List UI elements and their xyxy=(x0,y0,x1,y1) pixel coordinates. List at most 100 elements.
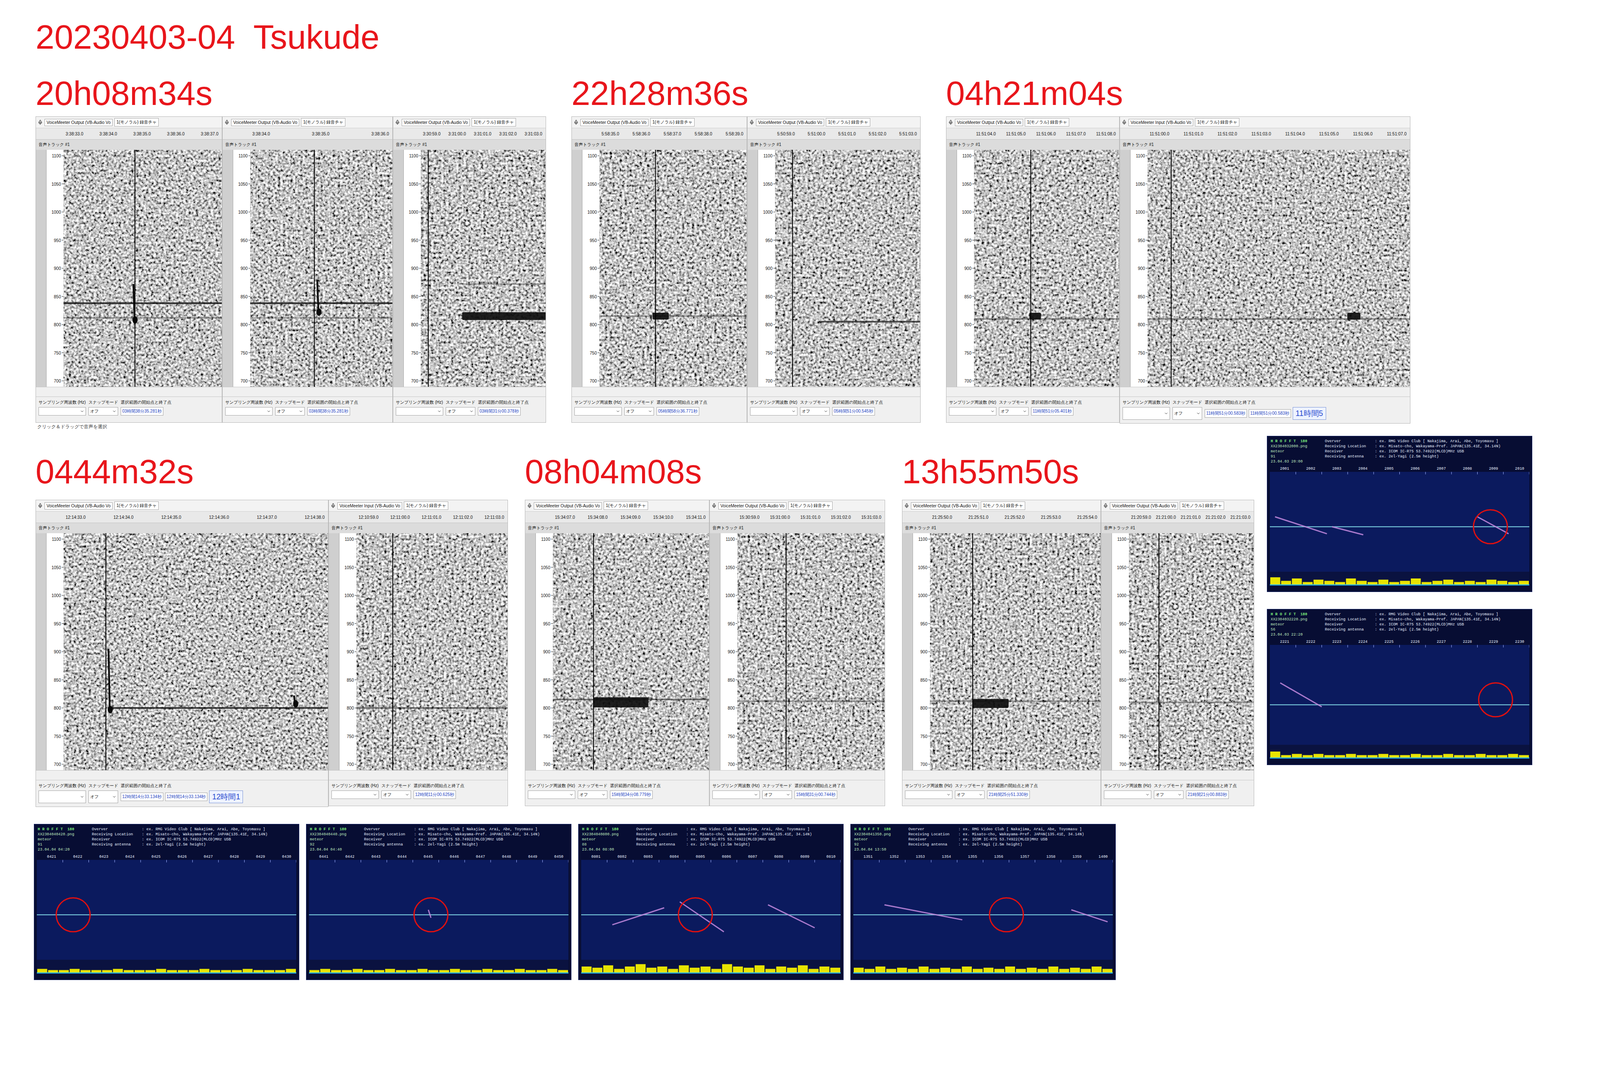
rate-select[interactable] xyxy=(948,407,997,416)
snap-select[interactable]: オフ xyxy=(381,790,412,800)
track-control-strip[interactable] xyxy=(35,149,47,387)
spectrogram[interactable]: 110010501000950900850800750700 xyxy=(403,149,546,387)
time-ruler[interactable]: 3:38:34.03:38:35.03:38:36.0 xyxy=(222,128,393,140)
cursor-line[interactable] xyxy=(314,149,315,387)
time-ruler[interactable]: 5:50:59.05:51:00.05:51:01.05:51:02.05:51… xyxy=(747,128,921,140)
cursor-line[interactable] xyxy=(655,149,657,387)
time-ruler[interactable]: 3:30:59.03:31:00.03:31:01.03:31:02.03:31… xyxy=(393,128,546,140)
cursor-line[interactable] xyxy=(791,149,793,387)
scroll-bar[interactable] xyxy=(1101,770,1254,781)
selection-time-field[interactable]: 12時間14分33.134秒 xyxy=(120,792,164,802)
track-control-strip[interactable] xyxy=(222,149,234,387)
spectrogram[interactable]: 110010501000950900850800750700 xyxy=(46,149,222,387)
selection-time-field[interactable]: 11時間51分05.401秒 xyxy=(1031,407,1074,416)
rate-select[interactable] xyxy=(1122,407,1170,420)
time-ruler[interactable]: 5:58:35.05:58:36.05:58:37.05:58:38.05:58… xyxy=(571,128,747,140)
device-select[interactable]: VoiceMeeter Output (VB-Audio Vo xyxy=(231,118,300,127)
channel-select[interactable]: 1(モノラル) 録音チャ xyxy=(403,501,449,511)
spectrogram[interactable]: 110010501000950900850800750700 xyxy=(46,533,329,771)
rate-select[interactable] xyxy=(395,407,444,416)
spectrogram[interactable]: 110010501000950900850800750700 xyxy=(957,149,1120,387)
scroll-bar[interactable] xyxy=(525,770,709,781)
cursor-line[interactable] xyxy=(134,149,136,387)
device-select[interactable]: VoiceMeeter Input (VB-Audio Vo xyxy=(337,502,403,510)
cursor-line[interactable] xyxy=(427,149,429,387)
track-control-strip[interactable] xyxy=(571,149,583,387)
time-ruler[interactable]: 12:10:59.012:11:00.012:11:01.012:11:02.0… xyxy=(328,511,508,524)
time-ruler[interactable]: 11:51:04.011:51:05.011:51:06.011:51:07.0… xyxy=(946,128,1120,140)
scroll-bar[interactable] xyxy=(328,770,508,781)
selection-time-field[interactable]: 21時間21分00.883秒 xyxy=(1186,790,1229,800)
channel-select[interactable]: 1(モノラル) 録音チャ xyxy=(300,118,346,127)
snap-select[interactable]: オフ xyxy=(88,407,119,416)
channel-select[interactable]: 1(モノラル) 録音チャ xyxy=(650,118,695,127)
channel-select[interactable]: 1(モノラル) 録音チャ xyxy=(603,501,649,511)
selection-time-field[interactable]: 03時間31分00.378秒 xyxy=(477,407,521,416)
snap-select[interactable]: オフ xyxy=(1172,407,1203,420)
track-control-strip[interactable] xyxy=(1101,533,1112,771)
track-control-strip[interactable] xyxy=(1120,149,1131,387)
track-control-strip[interactable] xyxy=(393,149,404,387)
spectrogram[interactable]: 110010501000950900850800750700 xyxy=(233,149,393,387)
snap-select[interactable]: オフ xyxy=(275,407,305,416)
rate-select[interactable] xyxy=(527,790,576,800)
spectrogram[interactable]: 110010501000950900850800750700 xyxy=(1111,533,1254,771)
snap-select[interactable]: オフ xyxy=(577,790,608,800)
channel-select[interactable]: 1(モノラル) 録音チャ xyxy=(114,501,159,511)
snap-select[interactable]: オフ xyxy=(800,407,830,416)
track-control-strip[interactable] xyxy=(525,533,536,771)
cursor-line[interactable] xyxy=(1030,149,1032,387)
channel-select[interactable]: 1(モノラル) 録音チャ xyxy=(1179,501,1225,511)
rate-select[interactable] xyxy=(38,790,86,804)
time-ruler[interactable]: 21:20:59.021:21:00.021:21:01.021:21:02.0… xyxy=(1101,511,1254,524)
channel-select[interactable]: 1(モノラル) 録音チャ xyxy=(471,118,516,127)
cursor-line[interactable] xyxy=(1158,533,1160,771)
rate-select[interactable] xyxy=(331,790,379,800)
scroll-bar[interactable] xyxy=(1120,386,1410,398)
device-select[interactable]: VoiceMeeter Input (VB-Audio Vo xyxy=(1128,118,1194,127)
snap-select[interactable]: オフ xyxy=(954,790,985,800)
device-select[interactable]: VoiceMeeter Output (VB-Audio Vo xyxy=(401,118,470,127)
device-select[interactable]: VoiceMeeter Output (VB-Audio Vo xyxy=(755,118,825,127)
rate-select[interactable] xyxy=(38,407,86,416)
rate-select[interactable] xyxy=(225,407,273,416)
selection-time-field[interactable]: 15時間34分08.779秒 xyxy=(609,790,653,800)
scroll-bar[interactable] xyxy=(393,386,546,398)
snap-select[interactable]: オフ xyxy=(445,407,476,416)
snap-select[interactable]: オフ xyxy=(762,790,792,800)
snap-select[interactable]: オフ xyxy=(88,790,119,804)
snap-select[interactable]: オフ xyxy=(624,407,654,416)
cursor-line[interactable] xyxy=(593,533,594,771)
selection-time-field[interactable]: 05時間51分00.545秒 xyxy=(832,407,875,416)
channel-select[interactable]: 1(モノラル) 録音チャ xyxy=(980,501,1026,511)
scroll-bar[interactable] xyxy=(709,770,885,781)
channel-select[interactable]: 1(モノラル) 録音チャ xyxy=(114,118,159,127)
time-ruler[interactable]: 15:34:07.015:34:08.015:34:09.015:34:10.0… xyxy=(525,511,709,524)
selection-time-field[interactable]: 12時間14分33.134秒 xyxy=(165,792,208,802)
rate-select[interactable] xyxy=(712,790,760,800)
track-control-strip[interactable] xyxy=(328,533,340,771)
channel-select[interactable]: 1(モノラル) 録音チャ xyxy=(825,118,871,127)
track-control-strip[interactable] xyxy=(747,149,759,387)
snap-select[interactable]: オフ xyxy=(1153,790,1184,800)
scroll-bar[interactable] xyxy=(946,386,1120,398)
device-select[interactable]: VoiceMeeter Output (VB-Audio Vo xyxy=(44,118,113,127)
selection-time-field[interactable]: 03時間38分35.281秒 xyxy=(307,407,351,416)
channel-select[interactable]: 1(モノラル) 録音チャ xyxy=(1024,118,1070,127)
channel-select[interactable]: 1(モノラル) 録音チャ xyxy=(1194,118,1240,127)
spectrogram[interactable]: 110010501000950900850800750700 xyxy=(720,533,885,771)
scroll-bar[interactable] xyxy=(222,386,393,398)
track-control-strip[interactable] xyxy=(709,533,721,771)
cursor-line[interactable] xyxy=(972,533,974,771)
device-select[interactable]: VoiceMeeter Output (VB-Audio Vo xyxy=(533,502,602,510)
scroll-bar[interactable] xyxy=(571,386,747,398)
device-select[interactable]: VoiceMeeter Output (VB-Audio Vo xyxy=(1109,502,1178,510)
selection-time-field[interactable]: 05時間58分36.771秒 xyxy=(656,407,700,416)
rate-select[interactable] xyxy=(904,790,953,800)
device-select[interactable]: VoiceMeeter Output (VB-Audio Vo xyxy=(580,118,649,127)
rate-select[interactable] xyxy=(1103,790,1152,800)
device-select[interactable]: VoiceMeeter Output (VB-Audio Vo xyxy=(718,502,787,510)
selection-time-field[interactable]: 15時間31分00.744秒 xyxy=(794,790,838,800)
selection-time-field[interactable]: 21時間25分51.330秒 xyxy=(987,790,1030,800)
time-ruler[interactable]: 11:51:00.011:51:01.011:51:02.011:51:03.0… xyxy=(1120,128,1410,140)
